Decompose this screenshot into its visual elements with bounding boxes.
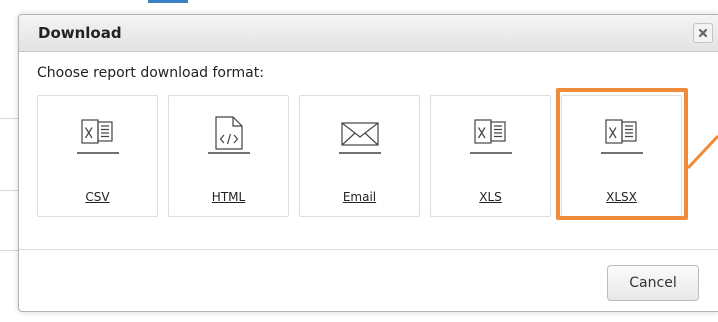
dialog-title: Download <box>38 24 122 42</box>
close-icon <box>698 28 708 38</box>
spreadsheet-icon <box>470 119 512 154</box>
background-tab-indicator <box>148 0 188 3</box>
format-label: HTML <box>211 190 246 204</box>
envelope-icon <box>339 122 381 154</box>
spreadsheet-icon <box>601 119 643 154</box>
format-option-csv[interactable]: CSV <box>37 95 158 217</box>
cancel-button[interactable]: Cancel <box>607 265 699 301</box>
background-divider <box>0 250 18 251</box>
highlight-callout-line <box>687 135 718 169</box>
format-option-email[interactable]: Email <box>299 95 420 217</box>
format-label: Email <box>342 190 377 204</box>
download-dialog: Download Choose report download format: … <box>18 14 718 312</box>
format-option-xls[interactable]: XLS <box>430 95 551 217</box>
footer-divider <box>19 249 718 250</box>
format-option-xlsx[interactable]: XLSX <box>561 95 682 217</box>
close-button[interactable] <box>693 23 713 43</box>
background-divider <box>0 190 18 191</box>
dialog-titlebar: Download <box>19 15 718 52</box>
download-format-prompt: Choose report download format: <box>37 65 264 81</box>
format-option-html[interactable]: HTML <box>168 95 289 217</box>
format-label: CSV <box>85 190 110 204</box>
format-label: XLSX <box>606 190 637 204</box>
background-divider <box>0 118 18 119</box>
html-file-icon <box>208 116 250 154</box>
spreadsheet-icon <box>77 119 119 154</box>
format-label: XLS <box>479 190 502 204</box>
